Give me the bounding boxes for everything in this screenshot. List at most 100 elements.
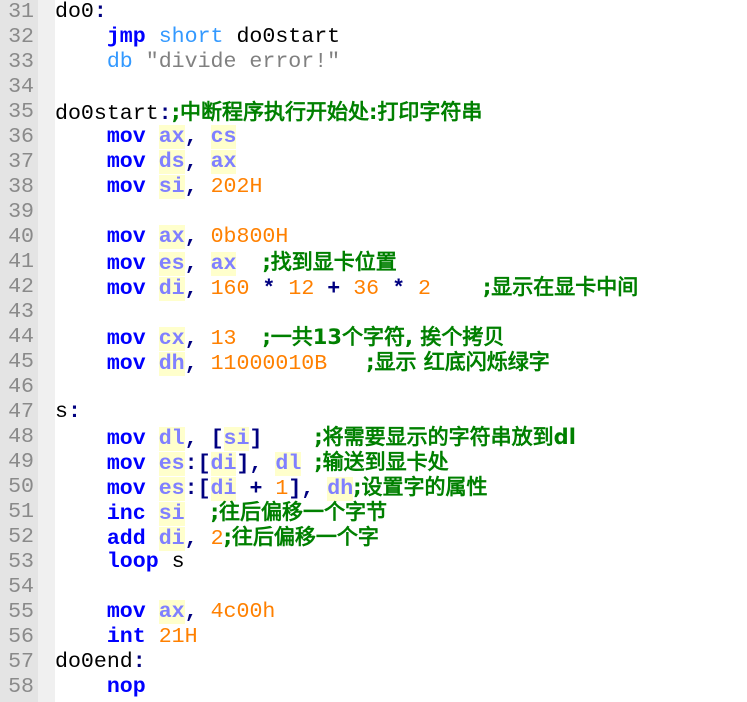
code-line[interactable]: 42 mov di, 160 * 12 + 36 * 2 ;显示在显卡中间 — [0, 275, 747, 301]
operator-token: + — [327, 277, 341, 301]
register-token: cx — [158, 327, 185, 351]
code-line[interactable]: 46 — [0, 375, 747, 400]
line-number: 47 — [8, 400, 34, 424]
operator-token: :[ — [184, 452, 211, 476]
line-number: 55 — [8, 600, 34, 624]
code-line[interactable]: 40 mov ax, 0b800H — [0, 225, 747, 250]
operator-token: : — [158, 102, 172, 126]
code-line[interactable]: 56 int 21H — [0, 625, 747, 650]
instruction-token: mov — [106, 327, 146, 351]
code-line[interactable]: 54 — [0, 575, 747, 600]
line-number: 53 — [8, 550, 34, 574]
code-line[interactable]: 43 — [0, 300, 747, 325]
label-token: do0end — [55, 650, 133, 674]
code-text: mov cx, 13 ;一共13个字符, 挨个拷贝 — [55, 325, 504, 352]
code-line[interactable]: 45 mov dh, 11000010B ;显示 红底闪烁绿字 — [0, 350, 747, 376]
line-number: 31 — [8, 0, 34, 24]
code-line[interactable]: 53 loop s — [0, 550, 747, 575]
operator-token: , — [184, 527, 198, 551]
number-token: 12 — [288, 277, 315, 301]
code-line[interactable]: 50 mov es:[di + 1], dh;设置字的属性 — [0, 475, 747, 501]
label-token: do0start — [223, 25, 341, 49]
number-token: 13 — [210, 327, 237, 351]
code-line[interactable]: 38 mov si, 202H — [0, 175, 747, 200]
operator-token: :[ — [184, 477, 211, 501]
line-number: 34 — [8, 75, 34, 99]
code-line[interactable]: 58 nop — [0, 675, 747, 700]
code-line[interactable]: 39 — [0, 200, 747, 225]
register-token: di — [158, 527, 185, 551]
register-token: cs — [210, 125, 237, 149]
code-line[interactable]: 34 — [0, 75, 747, 100]
instruction-token: mov — [106, 125, 146, 149]
line-number: 41 — [8, 250, 34, 274]
code-line[interactable]: 57 do0end: — [0, 650, 747, 675]
code-line[interactable]: 48 mov dl, [si] ;将需要显示的字符串放到dl — [0, 425, 747, 451]
code-line[interactable]: 35 do0start:;中断程序执行开始处:打印字符串 — [0, 100, 747, 126]
code-text: mov ax, cs — [55, 125, 237, 150]
directive-token: short — [158, 25, 224, 49]
operator-token: , — [184, 225, 198, 249]
code-lines[interactable]: 31 do0: 32 jmp short do0start 33 db "divide… — [0, 0, 747, 700]
instruction-token: mov — [106, 477, 146, 501]
line-number: 58 — [8, 675, 34, 699]
register-token: es — [158, 252, 185, 276]
number-token: 1 — [275, 477, 289, 501]
code-line[interactable]: 36 mov ax, cs — [0, 125, 747, 150]
code-text: db "divide error!" — [55, 50, 340, 75]
code-line[interactable]: 37 mov ds, ax — [0, 150, 747, 175]
line-number: 33 — [8, 50, 34, 74]
number-token: 21H — [158, 625, 198, 649]
comment-token: ;将需要显示的字符串放到dl — [314, 425, 576, 449]
code-line[interactable]: 47 s: — [0, 400, 747, 425]
instruction-token: inc — [106, 502, 146, 526]
line-number: 38 — [8, 175, 34, 199]
code-line[interactable]: 32 jmp short do0start — [0, 25, 747, 50]
code-line[interactable]: 49 mov es:[di], dl ;输送到显卡处 — [0, 450, 747, 476]
operator-token: * — [262, 277, 276, 301]
code-line[interactable]: 44 mov cx, 13 ;一共13个字符, 挨个拷贝 — [0, 325, 747, 352]
code-line[interactable]: 55 mov ax, 4c00h — [0, 600, 747, 625]
register-token: dl — [158, 427, 185, 451]
label-token: s — [158, 550, 185, 574]
code-line[interactable]: 41 mov es, ax ;找到显卡位置 — [0, 250, 747, 276]
code-editor[interactable]: 31 do0: 32 jmp short do0start 33 db "divide… — [0, 0, 747, 702]
register-token: di — [158, 277, 185, 301]
code-line[interactable]: 31 do0: — [0, 0, 747, 25]
register-token: dh — [327, 477, 354, 501]
code-line[interactable]: 51 inc si ;往后偏移一个字节 — [0, 500, 747, 526]
code-text: mov ax, 0b800H — [55, 225, 288, 250]
line-number: 44 — [8, 325, 34, 349]
register-token: di — [210, 452, 237, 476]
instruction-token: int — [106, 625, 146, 649]
code-text: int 21H — [55, 625, 198, 650]
code-line[interactable]: 33 db "divide error!" — [0, 50, 747, 75]
number-token: 160 — [210, 277, 250, 301]
code-line[interactable]: 52 add di, 2;往后偏移一个字 — [0, 525, 747, 551]
register-token: es — [158, 477, 185, 501]
code-text: jmp short do0start — [55, 25, 340, 50]
line-number: 51 — [8, 500, 34, 524]
number-token: 0b800H — [210, 225, 289, 249]
